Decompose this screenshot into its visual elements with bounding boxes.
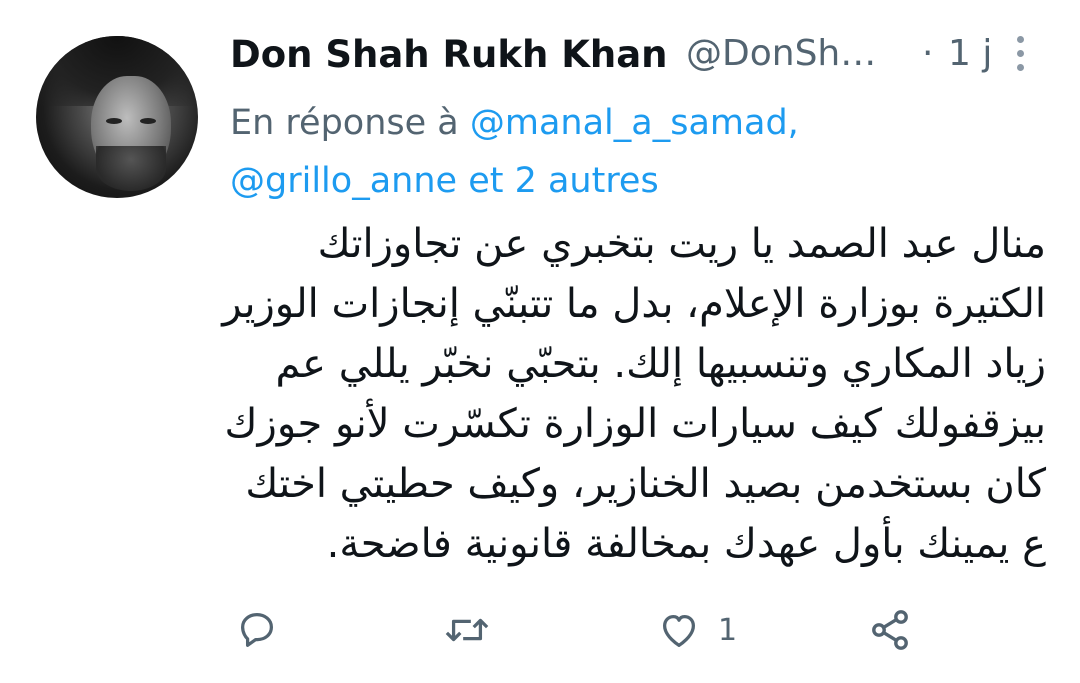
tweet-line: كان بستخدمن بصيد الخنازير، وكيف حطيتي اخ… bbox=[245, 461, 1046, 507]
tweet-line: زياد المكاري وتنسبيها إلك. بتحبّي نخبّر … bbox=[275, 341, 1046, 387]
retweet-icon bbox=[445, 618, 489, 642]
tweet-line: الكتيرة بوزارة الإعلام، بدل ما تتبنّي إن… bbox=[222, 281, 1046, 327]
like-button[interactable]: 1 bbox=[656, 600, 737, 660]
more-dot bbox=[1017, 64, 1024, 71]
mention-link[interactable]: @grillo_anne bbox=[230, 161, 457, 201]
reply-prefix: En réponse à bbox=[230, 103, 459, 143]
like-count: 1 bbox=[718, 612, 738, 648]
tweet-header: Don Shah Rukh Khan @DonSh… · 1 j bbox=[230, 28, 1060, 84]
more-dot bbox=[1017, 50, 1024, 57]
tweet-line: منال عبد الصمد يا ريت بتخبري عن تجاوزاتك bbox=[317, 221, 1046, 267]
author-handle[interactable]: @DonSh… bbox=[686, 33, 876, 74]
avatar-beard bbox=[96, 146, 166, 191]
avatar-eye-right bbox=[140, 118, 156, 124]
reply-button[interactable] bbox=[234, 600, 280, 660]
tweet-timestamp[interactable]: 1 j bbox=[948, 33, 992, 74]
heart-icon bbox=[662, 614, 696, 647]
separator-dot: · bbox=[922, 33, 934, 74]
retweet-button[interactable] bbox=[442, 600, 492, 660]
author-display-name[interactable]: Don Shah Rukh Khan bbox=[230, 33, 668, 76]
tweet-line: بيزقفولك كيف سيارات الوزارة تكسّرت لأنو … bbox=[224, 401, 1046, 447]
tweet-text: منال عبد الصمد يا ريت بتخبري عن تجاوزاتك… bbox=[222, 214, 1046, 574]
reply-icon bbox=[240, 613, 274, 647]
more-options-icon[interactable] bbox=[1005, 28, 1035, 78]
mention-link[interactable]: @manal_a_samad, bbox=[470, 103, 799, 143]
others-link[interactable]: et 2 autres bbox=[468, 161, 659, 201]
share-icon bbox=[872, 610, 908, 650]
reply-context: En réponse à @manal_a_samad, @grillo_ann… bbox=[230, 94, 1050, 210]
tweet-line: ع يمينك بأول عهدك بمخالفة قانونية فاضحة. bbox=[326, 521, 1046, 567]
action-bar: 1 bbox=[0, 600, 1080, 660]
more-dot bbox=[1017, 36, 1024, 43]
avatar[interactable] bbox=[36, 36, 198, 198]
avatar-eye-left bbox=[106, 118, 122, 124]
share-button[interactable] bbox=[866, 600, 914, 660]
